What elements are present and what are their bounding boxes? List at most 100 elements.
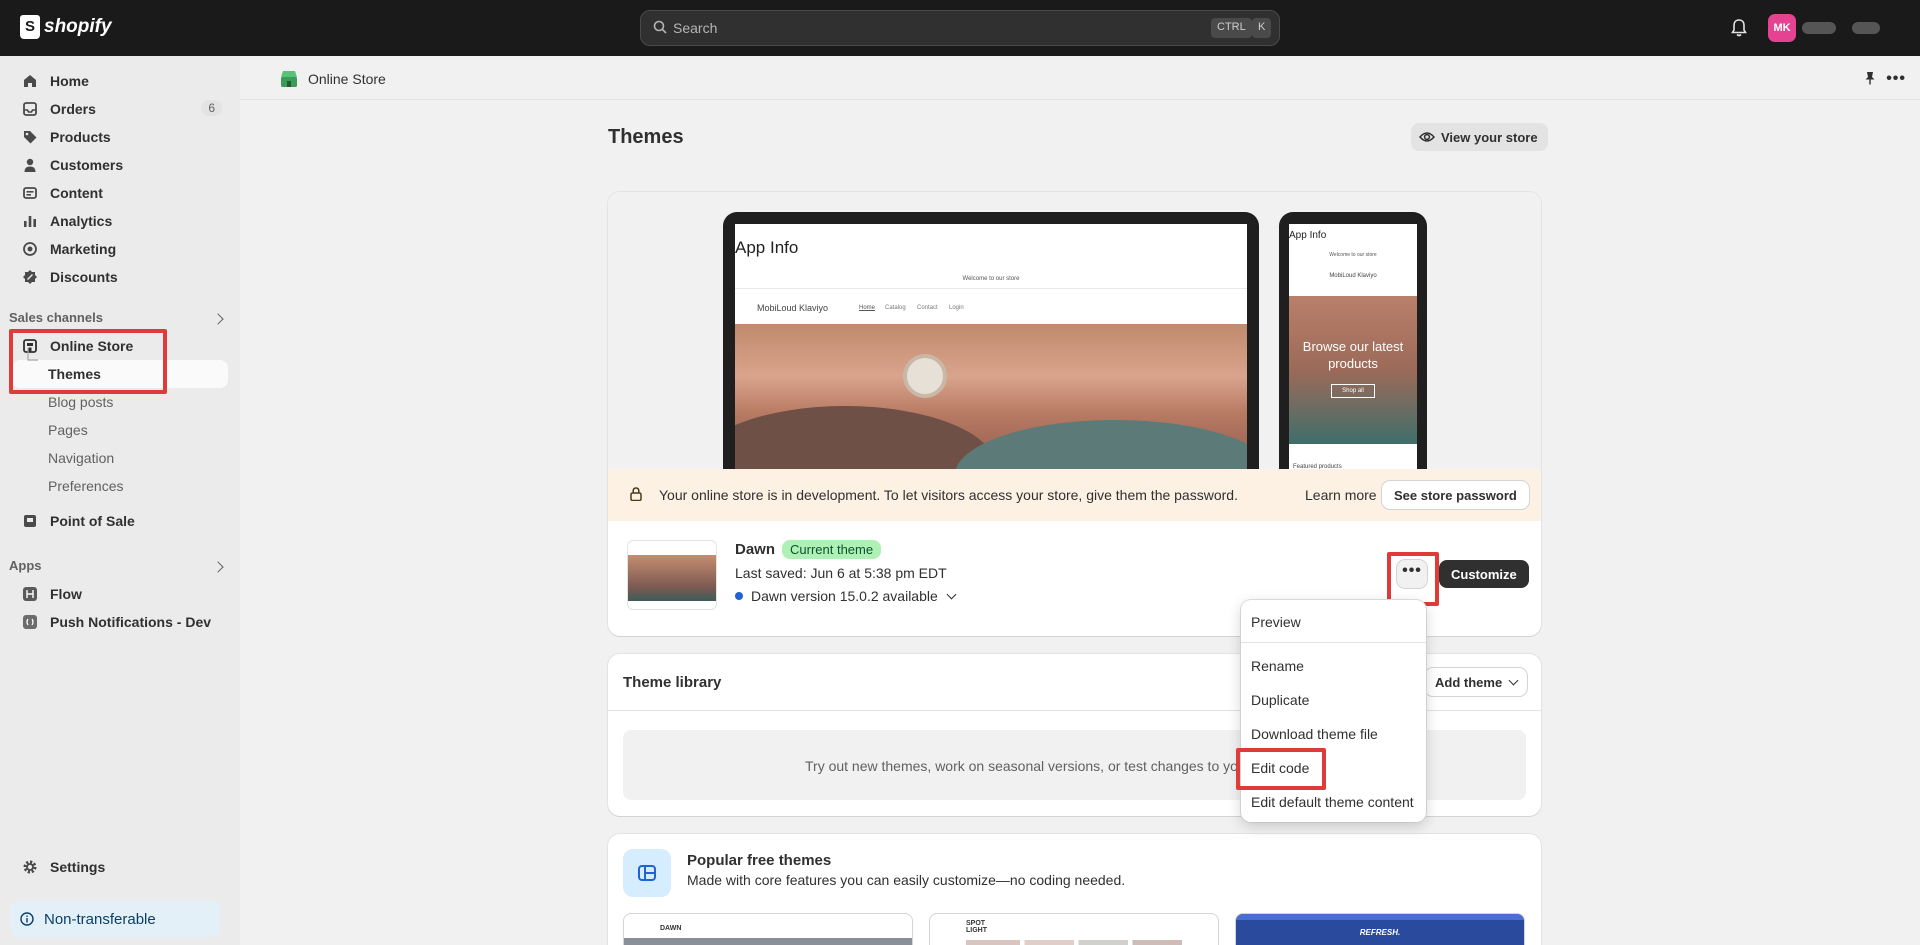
breadcrumb[interactable]: Online Store (280, 70, 386, 88)
blurred-store-name (1802, 22, 1836, 34)
theme-library-empty-text: Try out new themes, work on seasonal ver… (805, 758, 1238, 774)
sidebar: Home Orders 6 Products Customers Content… (0, 56, 240, 945)
chevron-down-icon (1508, 675, 1519, 685)
apps-chevron-icon[interactable] (212, 561, 224, 573)
sidebar-item-content[interactable]: Content (12, 179, 228, 207)
target-icon (23, 242, 37, 256)
popular-themes-title: Popular free themes (687, 852, 832, 869)
theme-version-toggle[interactable]: Dawn version 15.0.2 available (735, 588, 957, 604)
sidebar-item-label: Customers (50, 157, 124, 173)
bell-icon[interactable] (1730, 18, 1748, 38)
sidebar-item-discounts[interactable]: Discounts (12, 263, 228, 291)
theme-thumbnail-scene (628, 555, 716, 601)
menu-item-duplicate[interactable]: Duplicate (1251, 692, 1309, 708)
theme-library-title: Theme library (623, 674, 722, 691)
image-icon (23, 187, 37, 199)
customize-button[interactable]: Customize (1439, 560, 1529, 588)
theme-name: Dawn (735, 541, 776, 558)
desktop-nav-login: Login (949, 305, 964, 311)
sidebar-item-settings[interactable]: Settings (12, 853, 228, 881)
popular-theme-refresh[interactable]: REFRESH. (1235, 913, 1525, 945)
desktop-store-name: MobiLoud Klaviyo (757, 303, 829, 313)
desktop-nav-catalog: Catalog (885, 305, 906, 311)
lock-icon (630, 487, 642, 501)
sidebar-item-point-of-sale[interactable]: Point of Sale (12, 507, 228, 535)
sidebar-item-navigation[interactable]: Navigation (48, 445, 114, 471)
blurred-user-name (1852, 22, 1880, 34)
popular-theme-spotlight[interactable]: SPOT LIGHT (929, 913, 1219, 945)
more-actions-icon[interactable]: ••• (1886, 70, 1906, 88)
learn-more-link[interactable]: Learn more (1305, 487, 1377, 503)
sidebar-item-analytics[interactable]: Analytics (12, 207, 228, 235)
top-bar: shopify Search CTRL K MK (0, 0, 1920, 56)
sidebar-item-label: Home (50, 73, 89, 89)
menu-item-rename[interactable]: Rename (1251, 658, 1304, 674)
desktop-divider (735, 288, 1247, 289)
highlight-actions-button (1387, 552, 1439, 606)
sidebar-item-products[interactable]: Products (12, 123, 228, 151)
hero-hill-left (735, 406, 995, 474)
last-saved-text: Last saved: Jun 6 at 5:38 pm EDT (735, 565, 947, 581)
search-icon (653, 20, 667, 34)
sidebar-item-home[interactable]: Home (12, 67, 228, 95)
theme-preview-area[interactable]: App Info Welcome to our store MobiLoud K… (608, 192, 1541, 474)
person-icon (24, 158, 36, 172)
sales-channels-chevron-icon[interactable] (212, 313, 224, 325)
view-store-button[interactable]: View your store (1411, 123, 1548, 151)
shopify-logo[interactable]: shopify (20, 15, 112, 39)
theme-store-icon (623, 849, 671, 897)
mobile-store-name: MobiLoud Klaviyo (1329, 273, 1377, 279)
mobile-welcome: Welcome to our store (1329, 252, 1377, 258)
sidebar-item-orders[interactable]: Orders 6 (12, 95, 228, 123)
inbox-icon (23, 102, 37, 116)
sidebar-item-marketing[interactable]: Marketing (12, 235, 228, 263)
sidebar-item-label: Discounts (50, 269, 118, 285)
sidebar-item-label: Orders (50, 101, 96, 117)
flow-app-icon (23, 587, 37, 601)
mobile-hero-heading: Browse our latest products (1302, 339, 1404, 371)
breadcrumb-label: Online Store (308, 71, 386, 87)
pin-icon[interactable] (1864, 71, 1876, 85)
sidebar-item-preferences[interactable]: Preferences (48, 473, 123, 499)
apps-title: Apps (9, 558, 42, 573)
sidebar-item-label: Products (50, 129, 111, 145)
sidebar-item-pages[interactable]: Pages (48, 417, 88, 443)
add-theme-button[interactable]: Add theme (1425, 668, 1528, 696)
popular-theme-refresh-bar (1236, 914, 1524, 920)
discount-icon (23, 270, 37, 284)
theme-thumbnail[interactable] (627, 540, 717, 610)
desktop-nav-home: Home (859, 305, 876, 311)
shortcut-k-key: K (1252, 18, 1272, 38)
hero-sun (903, 354, 947, 398)
mobile-preview: App Info Welcome to our store MobiLoud K… (1279, 212, 1427, 474)
sidebar-item-label: Point of Sale (50, 513, 135, 529)
search-placeholder: Search (673, 20, 718, 36)
layout-icon (638, 865, 656, 881)
push-notifications-app-icon (23, 615, 37, 629)
page-title: Themes (608, 126, 684, 148)
popular-themes-subtitle: Made with core features you can easily c… (687, 872, 1126, 888)
hero-hill-right (955, 420, 1247, 474)
popular-theme-spotlight-label: SPOT LIGHT (966, 920, 987, 934)
non-transferable-banner[interactable]: Non-transferable (10, 901, 220, 937)
sidebar-item-customers[interactable]: Customers (12, 151, 228, 179)
popular-themes-card: Popular free themes Made with core featu… (608, 834, 1541, 945)
add-theme-label: Add theme (1435, 674, 1503, 690)
popular-theme-dawn[interactable]: DAWN (623, 913, 913, 945)
mobile-preview-screen: App Info Welcome to our store MobiLoud K… (1289, 224, 1417, 474)
search-input[interactable]: Search CTRL K (640, 10, 1280, 46)
sidebar-item-flow[interactable]: Flow (12, 580, 228, 608)
avatar[interactable]: MK (1768, 14, 1796, 42)
mobile-app-title: App Info (1289, 230, 1327, 241)
divider (1241, 642, 1426, 643)
mobile-shop-all-button: Shop all (1331, 384, 1375, 398)
pos-icon (24, 515, 36, 527)
menu-item-preview[interactable]: Preview (1251, 614, 1301, 630)
menu-item-download-theme-file[interactable]: Download theme file (1251, 726, 1378, 742)
see-store-password-button[interactable]: See store password (1382, 481, 1529, 509)
popular-theme-refresh-label: REFRESH. (1359, 928, 1401, 937)
highlight-edit-code (1236, 748, 1326, 790)
theme-version-text: Dawn version 15.0.2 available (751, 588, 938, 604)
sidebar-item-push-notifications[interactable]: Push Notifications - Dev (12, 608, 228, 636)
menu-item-edit-default-theme-content[interactable]: Edit default theme content (1251, 794, 1414, 810)
